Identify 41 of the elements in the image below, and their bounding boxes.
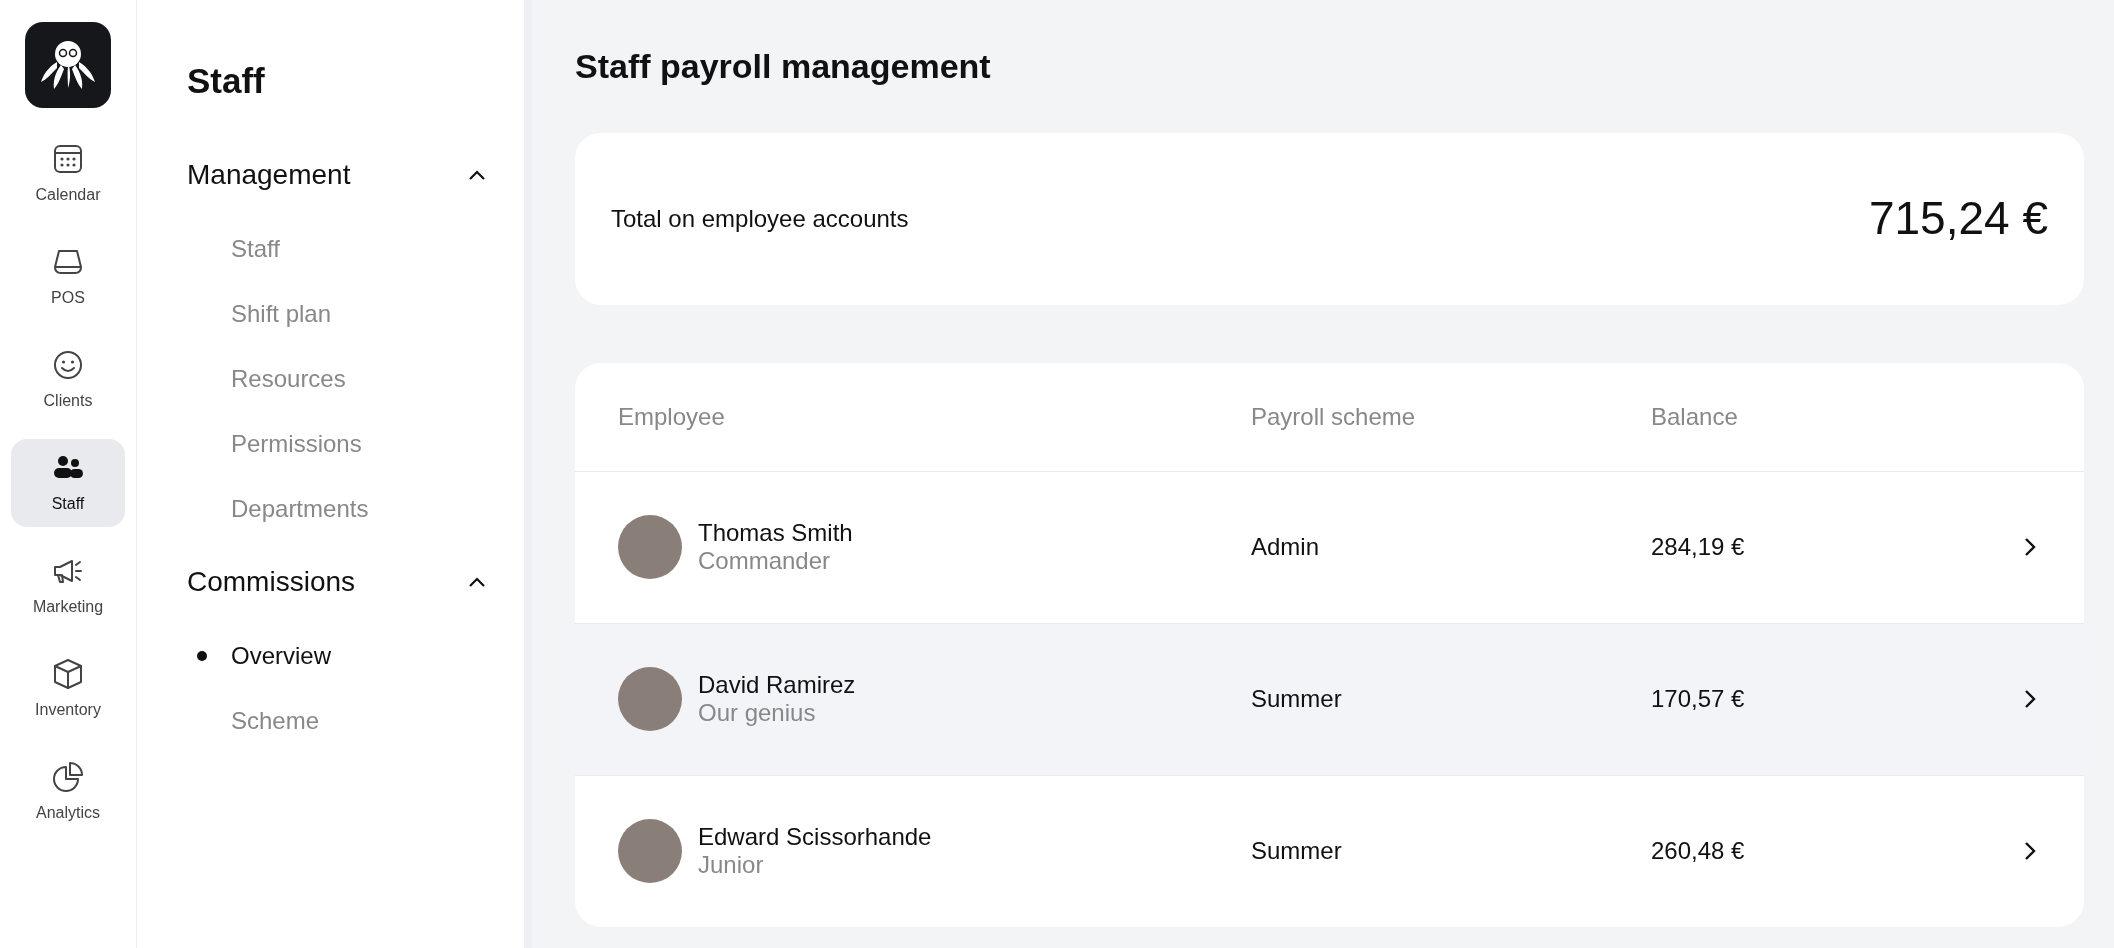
balance-amount: 170,57 € (1651, 685, 1745, 713)
sidebar-link[interactable]: Overview (231, 623, 332, 688)
nav-rail-item[interactable]: Analytics (11, 748, 125, 836)
employee-row[interactable]: Thomas Smith Commander Admin 284,19 € (575, 470, 2084, 623)
employee-role: Commander (698, 547, 832, 577)
sidebar-link[interactable]: Staff (231, 216, 280, 281)
pie-chart-icon (50, 759, 86, 795)
employee-row[interactable]: Edward Scissorhande Junior Summer 260,48 € (575, 774, 2084, 927)
nav-rail-item[interactable]: Calendar (11, 130, 125, 218)
employee-name: Thomas Smith (698, 518, 853, 548)
employee-role: Our genius (698, 699, 817, 729)
sidebar-link[interactable]: Resources (231, 346, 346, 411)
chevron-icon (467, 169, 487, 181)
employee-name: Edward Scissorhande (698, 822, 932, 852)
nav-rail-item[interactable]: POS (11, 233, 125, 321)
column-header: Payroll scheme (1251, 402, 1416, 430)
nav-rail-item[interactable]: Marketing (11, 542, 125, 630)
balance-amount: 260,48 € (1651, 837, 1745, 865)
employee-row[interactable]: David Ramirez Our genius Summer 170,57 € (575, 622, 2084, 775)
section-toggle[interactable]: Commissions (187, 561, 487, 603)
sidebar-link[interactable]: Scheme (231, 688, 320, 753)
sidebar-link[interactable]: Shift plan (231, 281, 332, 346)
summary-label: Total on employee accounts (611, 203, 909, 234)
employee-role: Junior (698, 851, 765, 881)
sidebar-link[interactable]: Departments (231, 476, 369, 541)
nav-rail-item[interactable]: Clients (11, 336, 125, 424)
payroll-scheme: Summer (1251, 837, 1342, 865)
section-toggle[interactable]: Management (187, 154, 487, 196)
payroll-scheme: Admin (1251, 533, 1320, 561)
nav-rail-item[interactable]: Inventory (11, 645, 125, 733)
total-amount: 715,24 € (1868, 191, 2048, 247)
page-title: Staff payroll management (575, 46, 992, 87)
balance-amount: 284,19 € (1651, 533, 1745, 561)
payroll-scheme: Summer (1251, 685, 1342, 713)
chevron-icon (467, 576, 487, 588)
sidebar-link[interactable]: Permissions (231, 411, 362, 476)
employee-name: David Ramirez (698, 670, 856, 700)
sidebar-title: Staff (187, 60, 266, 102)
column-header: Balance (1651, 402, 1738, 430)
column-header: Employee (618, 402, 725, 430)
nav-rail-item[interactable]: Staff (11, 439, 125, 527)
